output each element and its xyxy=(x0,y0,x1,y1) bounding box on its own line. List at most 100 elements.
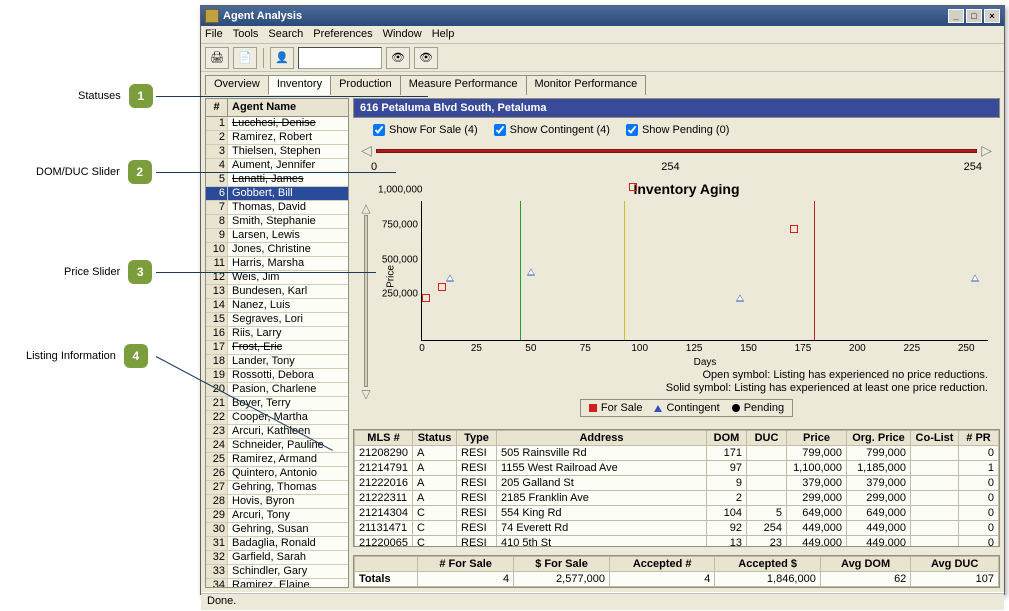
checkbox[interactable] xyxy=(626,124,638,136)
agent-row[interactable]: 10Jones, Christine xyxy=(206,243,348,257)
table-row[interactable]: 21214304CRESI554 King Rd1045649,000649,0… xyxy=(355,506,999,521)
export-button[interactable]: 📄 xyxy=(233,47,257,69)
col-num[interactable]: # xyxy=(206,99,228,116)
agent-row[interactable]: 21Boyer, Terry xyxy=(206,397,348,411)
agent-row[interactable]: 33Schindler, Gary xyxy=(206,565,348,579)
row-num: 18 xyxy=(206,355,228,368)
search-input[interactable] xyxy=(298,47,382,69)
agent-row[interactable]: 1Lucchesi, Denise xyxy=(206,117,348,131)
binoculars-button[interactable]: 👁 xyxy=(386,47,410,69)
agent-row[interactable]: 6Gobbert, Bill xyxy=(206,187,348,201)
agent-row[interactable]: 30Gehring, Susan xyxy=(206,523,348,537)
agent-row[interactable]: 34Ramirez, Elaine xyxy=(206,579,348,587)
slider-handle-top[interactable]: △ xyxy=(361,201,370,215)
agent-row[interactable]: 25Ramirez, Armand xyxy=(206,453,348,467)
agent-row[interactable]: 11Harris, Marsha xyxy=(206,257,348,271)
agent-row[interactable]: 4Aument, Jennifer xyxy=(206,159,348,173)
reference-line xyxy=(814,201,815,340)
tab-measure[interactable]: Measure Performance xyxy=(400,75,527,95)
slider-handle-left[interactable] xyxy=(361,142,372,159)
col-header[interactable]: Address xyxy=(497,431,707,446)
col-name[interactable]: Agent Name xyxy=(228,99,348,116)
checkbox[interactable] xyxy=(494,124,506,136)
table-row[interactable]: 21220065CRESI410 5th St1323449,000449,00… xyxy=(355,536,999,547)
cell: 0 xyxy=(959,446,999,461)
table-row[interactable]: 21208290ARESI505 Rainsville Rd171799,000… xyxy=(355,446,999,461)
table-row[interactable]: 21222311ARESI2185 Franklin Ave2299,00029… xyxy=(355,491,999,506)
minimize-button[interactable]: _ xyxy=(948,9,964,23)
agent-row[interactable]: 26Quintero, Antonio xyxy=(206,467,348,481)
col-header[interactable]: DUC xyxy=(747,431,787,446)
menu-file[interactable]: File xyxy=(205,28,223,41)
agent-row[interactable]: 18Lander, Tony xyxy=(206,355,348,369)
agent-row[interactable]: 23Arcuri, Kathleen xyxy=(206,425,348,439)
agent-row[interactable]: 15Segraves, Lori xyxy=(206,313,348,327)
agent-row[interactable]: 2Ramirez, Robert xyxy=(206,131,348,145)
dom-slider[interactable] xyxy=(353,142,1000,159)
col-header[interactable]: Type xyxy=(457,431,497,446)
menu-tools[interactable]: Tools xyxy=(233,28,259,41)
slider-handle-right[interactable] xyxy=(981,142,992,159)
tabs: Overview Inventory Production Measure Pe… xyxy=(201,74,1004,94)
menu-help[interactable]: Help xyxy=(432,28,455,41)
maximize-button[interactable]: □ xyxy=(966,9,982,23)
col-header[interactable]: Org. Price xyxy=(847,431,911,446)
agent-row[interactable]: 22Cooper, Martha xyxy=(206,411,348,425)
listings-table-wrap[interactable]: MLS #StatusTypeAddressDOMDUCPriceOrg. Pr… xyxy=(353,429,1000,547)
slider-handle-bottom[interactable]: ▽ xyxy=(361,387,370,401)
summary-col xyxy=(355,557,418,572)
menu-search[interactable]: Search xyxy=(268,28,303,41)
table-row[interactable]: 21131471CRESI74 Everett Rd92254449,00044… xyxy=(355,521,999,536)
find-next-button[interactable]: 👁 xyxy=(414,47,438,69)
data-point xyxy=(790,225,798,233)
agent-row[interactable]: 28Hovis, Byron xyxy=(206,495,348,509)
cell: A xyxy=(413,491,457,506)
user-button[interactable]: 👤 xyxy=(270,47,294,69)
agent-row[interactable]: 5Lanatti, James xyxy=(206,173,348,187)
agent-row[interactable]: 9Larsen, Lewis xyxy=(206,229,348,243)
summary-cell: 4 xyxy=(418,572,514,587)
agent-row[interactable]: 32Garfield, Sarah xyxy=(206,551,348,565)
agent-row[interactable]: 27Gehring, Thomas xyxy=(206,481,348,495)
cell: 379,000 xyxy=(847,476,911,491)
price-slider[interactable]: △ ▽ xyxy=(357,181,375,421)
close-button[interactable]: × xyxy=(984,9,1000,23)
agent-row[interactable]: 3Thielsen, Stephen xyxy=(206,145,348,159)
agent-row[interactable]: 17Frost, Eric xyxy=(206,341,348,355)
agent-row[interactable]: 16Riis, Larry xyxy=(206,327,348,341)
col-header[interactable]: Status xyxy=(413,431,457,446)
contingent-icon xyxy=(654,405,662,412)
tab-inventory[interactable]: Inventory xyxy=(268,75,331,95)
agent-row[interactable]: 31Badaglia, Ronald xyxy=(206,537,348,551)
tab-overview[interactable]: Overview xyxy=(205,75,269,95)
col-header[interactable]: DOM xyxy=(707,431,747,446)
col-header[interactable]: MLS # xyxy=(355,431,413,446)
col-header[interactable]: # PR xyxy=(959,431,999,446)
check-contingent[interactable]: Show Contingent (4) xyxy=(494,124,610,136)
table-row[interactable]: 21222016ARESI205 Galland St9379,000379,0… xyxy=(355,476,999,491)
menu-window[interactable]: Window xyxy=(383,28,422,41)
print-button[interactable]: 🖨 xyxy=(205,47,229,69)
checkbox[interactable] xyxy=(373,124,385,136)
agent-row[interactable]: 14Nanez, Luis xyxy=(206,299,348,313)
agent-row[interactable]: 29Arcuri, Tony xyxy=(206,509,348,523)
check-pending[interactable]: Show Pending (0) xyxy=(626,124,729,136)
v-slider-track[interactable] xyxy=(364,215,368,387)
cell xyxy=(911,461,959,476)
menu-preferences[interactable]: Preferences xyxy=(313,28,372,41)
row-num: 24 xyxy=(206,439,228,452)
check-for-sale[interactable]: Show For Sale (4) xyxy=(373,124,478,136)
tab-monitor[interactable]: Monitor Performance xyxy=(526,75,647,95)
tab-production[interactable]: Production xyxy=(330,75,401,95)
col-header[interactable]: Price xyxy=(787,431,847,446)
col-header[interactable]: Co-List xyxy=(911,431,959,446)
agent-row[interactable]: 8Smith, Stephanie xyxy=(206,215,348,229)
agent-row[interactable]: 7Thomas, David xyxy=(206,201,348,215)
agent-row[interactable]: 19Rossotti, Debora xyxy=(206,369,348,383)
agent-row[interactable]: 12Weis, Jim xyxy=(206,271,348,285)
slider-track[interactable] xyxy=(376,149,977,153)
titlebar[interactable]: Agent Analysis _ □ × xyxy=(201,6,1004,26)
agent-row[interactable]: 13Bundesen, Karl xyxy=(206,285,348,299)
agent-list[interactable]: 1Lucchesi, Denise2Ramirez, Robert3Thiels… xyxy=(206,117,348,587)
table-row[interactable]: 21214791ARESI1155 West Railroad Ave971,1… xyxy=(355,461,999,476)
